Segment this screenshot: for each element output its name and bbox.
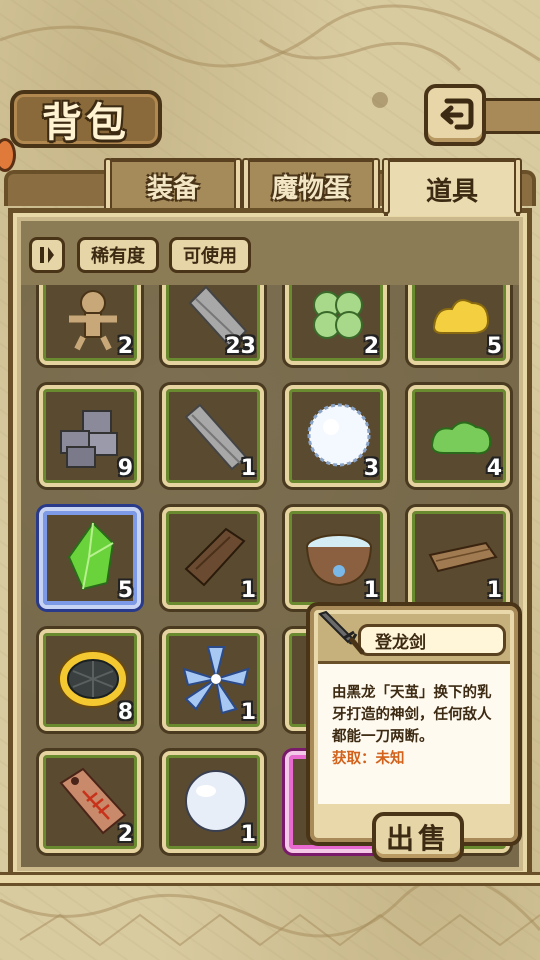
item-count: 1 xyxy=(240,700,256,725)
item-count: 2 xyxy=(117,822,133,847)
tab-post xyxy=(514,158,522,214)
item-slot[interactable]: 2 xyxy=(39,285,141,365)
tab-label: 魔物蛋 xyxy=(271,173,350,204)
item-count: 4 xyxy=(486,456,502,481)
sell-button[interactable]: 出售 xyxy=(372,812,464,862)
item-slot[interactable]: 8 xyxy=(39,629,141,731)
page-title-plate: 背包 xyxy=(10,90,162,148)
item-count: 1 xyxy=(240,578,256,603)
item-count: 1 xyxy=(486,578,502,603)
tooltip-body: 由黑龙「天茧」换下的乳牙打造的神剑，任何敌人都能一刀两断。 获取：未知 xyxy=(318,664,510,804)
item-count: 1 xyxy=(240,456,256,481)
tab-label: 装备 xyxy=(146,173,199,204)
item-detail-tooltip: 登龙剑 由黑龙「天茧」换下的乳牙打造的神剑，任何敌人都能一刀两断。 获取：未知 … xyxy=(306,602,522,862)
tab-monster-eggs[interactable]: 魔物蛋 xyxy=(242,158,380,214)
item-slot[interactable]: 1 xyxy=(408,507,510,609)
page-title: 背包 xyxy=(42,99,130,146)
item-source: 获取：未知 xyxy=(332,751,405,767)
tab-post xyxy=(382,158,390,214)
item-slot[interactable]: 3 xyxy=(285,385,387,487)
item-description: 由黑龙「天茧」换下的乳牙打造的神剑，任何敌人都能一刀两断。 xyxy=(332,685,492,745)
back-button-bar xyxy=(480,98,540,134)
tab-post xyxy=(372,158,380,214)
tab-label: 道具 xyxy=(425,176,478,207)
item-slot[interactable]: 1 xyxy=(162,629,264,731)
tab-items[interactable]: 道具 xyxy=(382,158,522,216)
item-count: 1 xyxy=(240,822,256,847)
item-count: 2 xyxy=(363,334,379,359)
sort-toggle-button[interactable] xyxy=(29,237,65,273)
tab-post xyxy=(104,158,112,214)
item-count: 5 xyxy=(486,334,502,359)
filter-bar: 稀有度 可使用 xyxy=(21,221,519,285)
tab-equipment[interactable]: 装备 xyxy=(104,158,242,214)
item-slot[interactable]: 1 xyxy=(162,385,264,487)
item-slot[interactable]: 2 xyxy=(39,751,141,853)
item-count: 1 xyxy=(363,578,379,603)
item-count: 3 xyxy=(363,456,379,481)
item-slot[interactable]: 1 xyxy=(162,751,264,853)
item-name: 登龙剑 xyxy=(358,624,506,656)
rarity-filter-button[interactable]: 稀有度 xyxy=(77,237,159,273)
sort-icon xyxy=(40,247,54,263)
item-slot[interactable]: 5 xyxy=(408,285,510,365)
tab-post xyxy=(234,158,242,214)
item-count: 8 xyxy=(117,700,133,725)
item-slot[interactable]: 9 xyxy=(39,385,141,487)
tab-post xyxy=(242,158,250,214)
item-slot[interactable]: 1 xyxy=(162,507,264,609)
item-slot[interactable]: 2 xyxy=(285,285,387,365)
item-slot[interactable]: 1 xyxy=(285,507,387,609)
item-count: 9 xyxy=(117,456,133,481)
item-count: 23 xyxy=(225,334,256,359)
item-slot[interactable]: 4 xyxy=(408,385,510,487)
item-slot-selected[interactable]: 5 xyxy=(39,507,141,609)
back-button[interactable] xyxy=(424,84,486,146)
sword-icon xyxy=(318,610,365,655)
item-count: 2 xyxy=(117,334,133,359)
bottom-frame xyxy=(0,872,540,886)
usable-filter-button[interactable]: 可使用 xyxy=(169,237,251,273)
back-arrow-icon xyxy=(440,98,474,130)
item-slot[interactable]: 23 xyxy=(162,285,264,365)
item-count: 5 xyxy=(117,578,133,603)
